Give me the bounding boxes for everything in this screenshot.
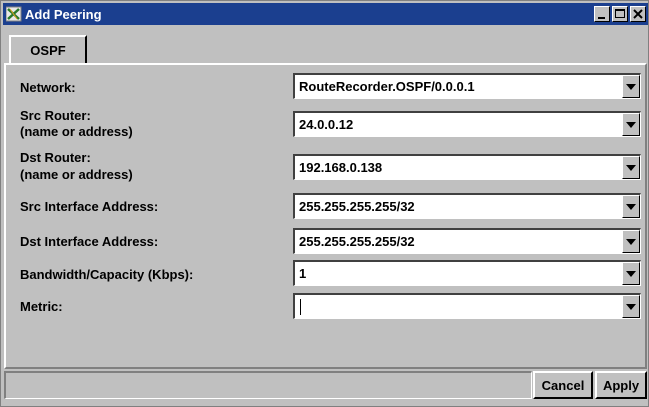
src-interface-label: Src Interface Address: bbox=[20, 199, 159, 214]
add-peering-dialog: Add Peering OSPF Network: RouteRecorder.… bbox=[0, 0, 649, 407]
tab-ospf[interactable]: OSPF bbox=[9, 35, 87, 63]
src-router-combo[interactable]: 24.0.0.12 bbox=[293, 111, 641, 137]
src-interface-combo[interactable]: 255.255.255.255/32 bbox=[293, 193, 641, 219]
minimize-button[interactable] bbox=[594, 6, 610, 22]
dst-router-sublabel: (name or address) bbox=[20, 167, 133, 182]
src-interface-dropdown-button[interactable] bbox=[622, 195, 640, 218]
metric-label: Metric: bbox=[20, 299, 63, 314]
bandwidth-combo[interactable]: 1 bbox=[293, 260, 641, 286]
dst-router-dropdown-button[interactable] bbox=[622, 156, 640, 179]
app-icon bbox=[5, 6, 22, 22]
network-combo[interactable]: RouteRecorder.OSPF/0.0.0.1 bbox=[293, 73, 641, 99]
dst-interface-combo[interactable]: 255.255.255.255/32 bbox=[293, 228, 641, 254]
chevron-down-icon bbox=[626, 239, 636, 245]
apply-button[interactable]: Apply bbox=[595, 371, 647, 399]
metric-combo[interactable] bbox=[293, 293, 641, 319]
chevron-down-icon bbox=[626, 122, 636, 128]
bandwidth-value: 1 bbox=[299, 266, 307, 281]
chevron-down-icon bbox=[626, 304, 636, 310]
network-value: RouteRecorder.OSPF/0.0.0.1 bbox=[299, 79, 475, 94]
bandwidth-dropdown-button[interactable] bbox=[622, 262, 640, 285]
network-dropdown-button[interactable] bbox=[622, 75, 640, 98]
maximize-button[interactable] bbox=[612, 6, 628, 22]
dst-interface-dropdown-button[interactable] bbox=[622, 230, 640, 253]
dst-router-combo[interactable]: 192.168.0.138 bbox=[293, 154, 641, 180]
src-router-sublabel: (name or address) bbox=[20, 124, 133, 139]
status-bar bbox=[4, 371, 532, 399]
window-title: Add Peering bbox=[25, 6, 102, 22]
cancel-button[interactable]: Cancel bbox=[533, 371, 593, 399]
src-router-dropdown-button[interactable] bbox=[622, 113, 640, 136]
src-router-label: Src Router: bbox=[20, 108, 91, 123]
title-bar[interactable]: Add Peering bbox=[3, 3, 648, 25]
close-button[interactable] bbox=[630, 6, 646, 22]
bandwidth-label: Bandwidth/Capacity (Kbps): bbox=[20, 267, 194, 282]
dst-interface-value: 255.255.255.255/32 bbox=[299, 234, 415, 249]
src-router-value: 24.0.0.12 bbox=[299, 117, 354, 132]
network-label: Network: bbox=[20, 80, 76, 95]
metric-dropdown-button[interactable] bbox=[622, 295, 640, 318]
chevron-down-icon bbox=[626, 204, 636, 210]
dst-interface-label: Dst Interface Address: bbox=[20, 234, 159, 249]
chevron-down-icon bbox=[626, 271, 636, 277]
dst-router-label: Dst Router: bbox=[20, 150, 91, 165]
dst-router-value: 192.168.0.138 bbox=[299, 160, 383, 175]
text-cursor bbox=[300, 299, 301, 315]
src-interface-value: 255.255.255.255/32 bbox=[299, 199, 415, 214]
chevron-down-icon bbox=[626, 84, 636, 90]
chevron-down-icon bbox=[626, 165, 636, 171]
